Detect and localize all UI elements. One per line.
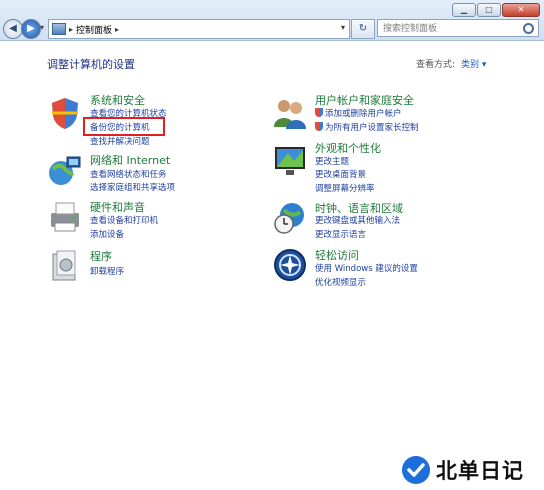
view-by-label: 查看方式: [416, 60, 456, 70]
address-dropdown-icon[interactable]: ▾ [341, 23, 345, 32]
address-bar[interactable]: ▸ 控制面板 ▸ ▾ [48, 19, 350, 39]
maximize-button[interactable]: □ [477, 3, 501, 17]
shield-icon[interactable] [47, 95, 83, 131]
link-parental-controls[interactable]: 为所有用户设置家长控制 [315, 121, 419, 133]
search-icon[interactable] [523, 23, 534, 34]
watermark: 北单日记 [402, 455, 524, 485]
link-change-keyboard[interactable]: 更改键盘或其他输入法 [315, 214, 400, 226]
link-add-remove-users-label: 添加或删除用户帐户 [325, 109, 402, 119]
category-network[interactable]: 网络和 Internet [90, 152, 170, 168]
link-devices-printers[interactable]: 查看设备和打印机 [90, 214, 158, 226]
network-globe-icon[interactable] [47, 153, 83, 189]
category-system-security[interactable]: 系统和安全 [90, 92, 145, 108]
users-icon[interactable] [272, 95, 308, 131]
view-by: 查看方式: 类别 ▾ [416, 57, 486, 70]
category-ease-of-access[interactable]: 轻松访问 [315, 247, 359, 263]
page-title: 调整计算机的设置 [47, 58, 135, 71]
control-panel-main: 调整计算机的设置 查看方式: 类别 ▾ 系统和安全 查看您的计算机状态 备份您的计… [0, 41, 544, 490]
link-troubleshoot[interactable]: 查找并解决问题 [90, 135, 150, 147]
printer-icon[interactable] [47, 199, 83, 235]
link-recommended-settings[interactable]: 使用 Windows 建议的设置 [315, 262, 418, 274]
recent-pages-dropdown[interactable]: ▾ [40, 23, 44, 32]
search-placeholder: 搜索控制面板 [383, 24, 438, 34]
breadcrumb-separator[interactable]: ▸ [69, 25, 73, 34]
link-screen-resolution[interactable]: 调整屏幕分辨率 [315, 182, 375, 194]
category-appearance[interactable]: 外观和个性化 [315, 140, 381, 156]
category-programs[interactable]: 程序 [90, 248, 112, 264]
clock-globe-icon[interactable] [272, 200, 308, 236]
highlight-box [83, 117, 165, 136]
minimize-button[interactable]: ▁ [452, 3, 476, 17]
ease-of-access-icon[interactable] [272, 247, 308, 283]
refresh-button[interactable]: ↻ [351, 19, 375, 39]
uac-shield-icon [315, 122, 323, 131]
link-optimize-display[interactable]: 优化视频显示 [315, 276, 366, 288]
watermark-text: 北单日记 [436, 459, 524, 483]
checkmark-logo-icon [402, 456, 430, 484]
close-button[interactable]: ✕ [502, 3, 540, 17]
title-bar: ▁ □ ✕ ◀ ▶ ▾ ▸ 控制面板 ▸ ▾ ↻ 搜索控制面板 [0, 0, 544, 41]
monitor-icon[interactable] [272, 143, 308, 179]
link-uninstall-program[interactable]: 卸载程序 [90, 265, 124, 277]
search-input[interactable]: 搜索控制面板 [377, 19, 539, 37]
control-panel-icon [52, 23, 66, 35]
category-hardware-sound[interactable]: 硬件和声音 [90, 199, 145, 215]
back-button[interactable]: ◀ [3, 19, 23, 39]
forward-button[interactable]: ▶ [21, 19, 41, 39]
breadcrumb-control-panel[interactable]: 控制面板 [76, 23, 112, 36]
link-change-display-language[interactable]: 更改显示语言 [315, 228, 366, 240]
link-add-device[interactable]: 添加设备 [90, 228, 124, 240]
view-by-dropdown[interactable]: 类别 ▾ [461, 60, 486, 70]
uac-shield-icon [315, 108, 323, 117]
breadcrumb-separator-2[interactable]: ▸ [115, 25, 119, 34]
link-parental-controls-label: 为所有用户设置家长控制 [325, 123, 419, 133]
link-homegroup-sharing[interactable]: 选择家庭组和共享选项 [90, 181, 175, 193]
link-network-status[interactable]: 查看网络状态和任务 [90, 168, 167, 180]
category-user-accounts[interactable]: 用户帐户和家庭安全 [315, 92, 414, 108]
link-desktop-background[interactable]: 更改桌面背景 [315, 168, 366, 180]
programs-icon[interactable] [47, 248, 83, 284]
link-change-theme[interactable]: 更改主题 [315, 155, 349, 167]
link-add-remove-users[interactable]: 添加或删除用户帐户 [315, 107, 402, 119]
window-controls: ▁ □ ✕ [452, 3, 540, 17]
